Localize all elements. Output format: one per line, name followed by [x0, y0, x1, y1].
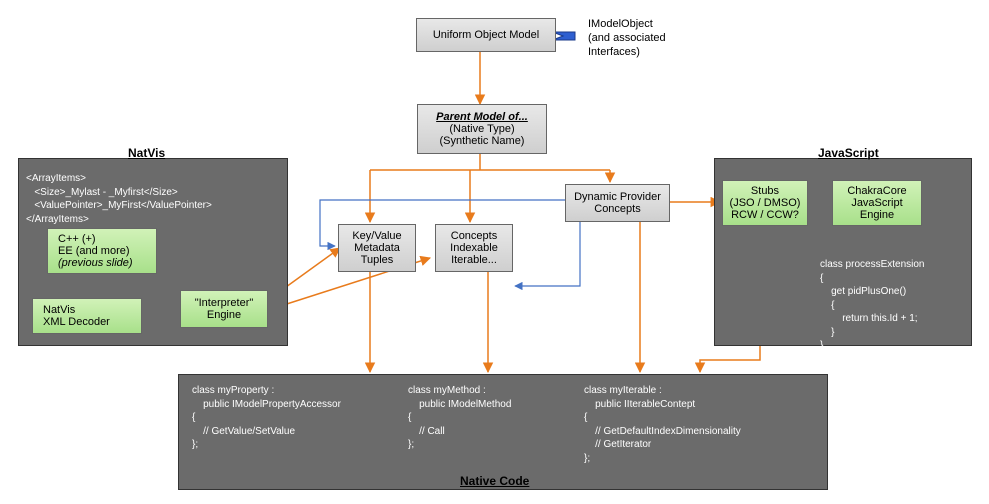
kvm-line: Tuples: [361, 254, 394, 266]
javascript-snippet: class processExtension { get pidPlusOne(…: [820, 258, 925, 353]
stubs-box: Stubs (JSO / DMSO) RCW / CCW?: [722, 180, 808, 226]
parent-model-sub: (Native Type): [449, 123, 514, 135]
dynamic-provider-line: Dynamic Provider: [574, 191, 661, 203]
parent-model-title: Parent Model of...: [436, 111, 528, 123]
uniform-object-model-label: Uniform Object Model: [433, 29, 539, 41]
note-line: IModelObject: [588, 18, 666, 32]
decoder-line: XML Decoder: [43, 316, 110, 328]
dynamic-provider-line: Concepts: [594, 203, 640, 215]
cpp-line: (previous slide): [58, 257, 133, 269]
cpp-line: C++ (+): [58, 233, 96, 245]
uniform-object-model-box: Uniform Object Model: [416, 18, 556, 52]
cpp-line: EE (and more): [58, 245, 130, 257]
interpreter-box: "Interpreter" Engine: [180, 290, 268, 328]
native-code-title: Native Code: [460, 474, 529, 488]
concepts-box: Concepts Indexable Iterable...: [435, 224, 513, 272]
chakra-line: ChakraCore: [847, 185, 906, 197]
concepts-line: Concepts: [451, 230, 497, 242]
concepts-line: Iterable...: [451, 254, 497, 266]
kvm-line: Key/Value: [352, 230, 401, 242]
javascript-title: JavaScript: [818, 146, 879, 160]
stubs-line: (JSO / DMSO): [730, 197, 801, 209]
kvm-line: Metadata: [354, 242, 400, 254]
native-iter-snippet: class myIterable : public IIterableConte…: [584, 384, 741, 465]
natvis-snippet: <ArrayItems> <Size>_Mylast - _Myfirst</S…: [26, 172, 212, 226]
dynamic-provider-box: Dynamic Provider Concepts: [565, 184, 670, 222]
interpreter-line: Engine: [207, 309, 241, 321]
chakra-line: Engine: [860, 209, 894, 221]
chakra-line: JavaScript: [851, 197, 902, 209]
decoder-line: NatVis: [43, 304, 75, 316]
interpreter-line: "Interpreter": [195, 297, 254, 309]
stubs-line: Stubs: [751, 185, 779, 197]
natvis-title: NatVis: [128, 146, 165, 160]
native-prop-snippet: class myProperty : public IModelProperty…: [192, 384, 341, 452]
stubs-line: RCW / CCW?: [731, 209, 799, 221]
note-line: Interfaces): [588, 46, 666, 60]
parent-model-sub: (Synthetic Name): [440, 135, 525, 147]
note-line: (and associated: [588, 32, 666, 46]
cpp-ee-box: C++ (+) EE (and more) (previous slide): [47, 228, 157, 274]
key-value-metadata-box: Key/Value Metadata Tuples: [338, 224, 416, 272]
chakracore-box: ChakraCore JavaScript Engine: [832, 180, 922, 226]
concepts-line: Indexable: [450, 242, 498, 254]
native-method-snippet: class myMethod : public IModelMethod { /…: [408, 384, 511, 452]
parent-model-box: Parent Model of... (Native Type) (Synthe…: [417, 104, 547, 154]
imodelobject-note: IModelObject (and associated Interfaces): [588, 18, 666, 59]
natvis-decoder-box: NatVis XML Decoder: [32, 298, 142, 334]
